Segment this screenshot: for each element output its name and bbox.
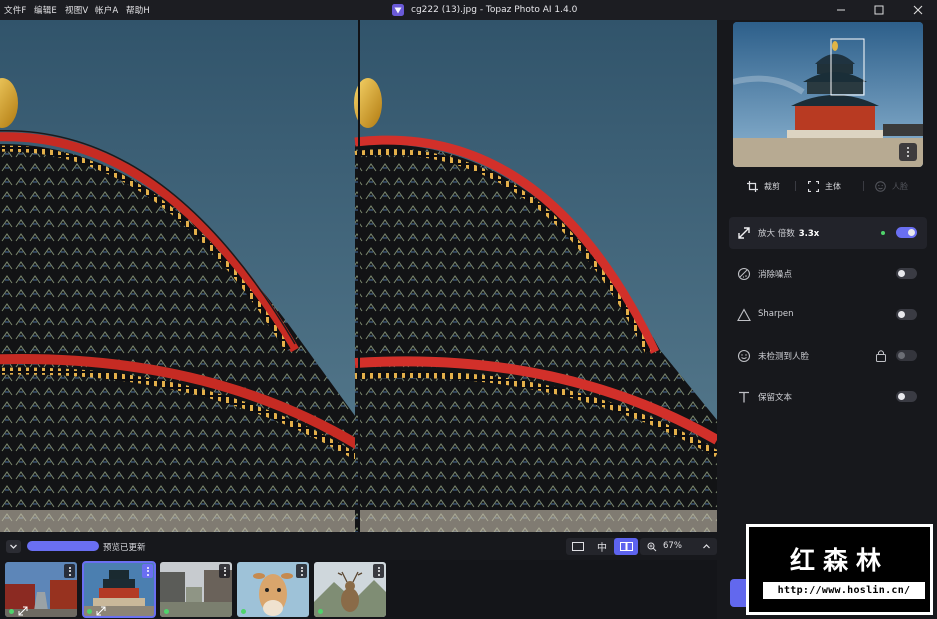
text-preserve-toggle[interactable]: [896, 391, 917, 402]
crop-tool-label: 裁剪: [764, 181, 780, 191]
preview-status-text: 预览已更新: [103, 543, 146, 553]
subject-tool[interactable]: 主体: [808, 179, 841, 193]
watermark: 红森林 http://www.hoslin.cn/: [746, 524, 933, 615]
filmstrip: [0, 560, 717, 619]
face-icon: [875, 180, 886, 192]
processed-status-dot: [87, 609, 92, 614]
text-preserve-label: 保留文本: [758, 393, 793, 403]
navigator-menu-button[interactable]: [899, 143, 917, 161]
single-view-icon: [572, 542, 584, 551]
sharpen-feature[interactable]: Sharpen: [729, 299, 927, 331]
subject-tool-label: 主体: [825, 181, 841, 191]
subject-select-icon: [808, 180, 819, 192]
chevron-down-icon: [10, 544, 17, 549]
sharpen-toggle[interactable]: [896, 309, 917, 320]
denoise-label: 消除噪点: [758, 270, 793, 280]
thumbnail-menu-button[interactable]: [296, 564, 307, 578]
preview-progress-bar: [27, 541, 99, 551]
topaz-logo-icon: [392, 4, 404, 16]
processed-status-dot: [9, 609, 14, 614]
crop-icon: [747, 180, 758, 192]
lock-icon: [876, 350, 886, 362]
title-bar: 文件F 编辑E 视图V 帐户A 帮助H cg222 (13).jpg - Top…: [0, 0, 937, 20]
zoom-value: 67%: [663, 541, 682, 551]
menu-help[interactable]: 帮助H: [126, 4, 150, 16]
thumbnail-menu-button[interactable]: [219, 564, 230, 578]
face-recovery-feature[interactable]: 未检测到人脸: [729, 340, 927, 372]
crop-tool[interactable]: 裁剪: [747, 179, 780, 193]
thumbnail-deer[interactable]: [314, 562, 386, 617]
face-tool-label: 人脸: [892, 181, 908, 191]
navigator-image: [733, 22, 923, 167]
menu-edit[interactable]: 编辑E: [34, 4, 57, 16]
denoise-feature[interactable]: 消除噪点: [729, 258, 927, 290]
denoise-icon: [737, 267, 751, 281]
sharpen-icon: [737, 308, 751, 322]
original-preview: [0, 20, 361, 532]
sharpen-label: Sharpen: [758, 309, 794, 319]
tool-divider: [795, 181, 796, 191]
upscale-feature[interactable]: 放大 倍数 3.3x: [729, 217, 927, 249]
side-by-side-label: 中: [597, 543, 607, 554]
upscale-icon: [738, 227, 750, 239]
upscale-factor: 3.3x: [798, 229, 820, 239]
single-view-button[interactable]: [566, 538, 590, 555]
thumbnail-courtyard[interactable]: [160, 562, 232, 617]
denoise-toggle[interactable]: [896, 268, 917, 279]
side-by-side-button[interactable]: 中: [590, 538, 614, 555]
menu-account[interactable]: 帐户A: [95, 4, 118, 16]
text-preserve-feature[interactable]: 保留文本: [729, 381, 927, 413]
view-mode-switcher: 中: [566, 538, 638, 555]
zoom-control[interactable]: 67%: [640, 538, 717, 555]
thumbnail-red-building[interactable]: [5, 562, 77, 617]
watermark-name: 红森林: [789, 546, 889, 575]
status-bar: 预览已更新 中 67%: [0, 532, 717, 560]
thumbnail-menu-button[interactable]: [373, 564, 384, 578]
window-title: cg222 (13).jpg - Topaz Photo AI 1.4.0: [392, 3, 577, 17]
thumbnail-menu-button[interactable]: [64, 564, 75, 578]
processed-preview: [354, 20, 717, 532]
minimize-icon[interactable]: [833, 2, 849, 18]
split-view-icon: [619, 542, 633, 551]
zoom-icon: [647, 542, 657, 552]
tools-row: 裁剪 主体 人脸: [729, 175, 927, 197]
split-view-button[interactable]: [614, 538, 638, 555]
expand-icon: [18, 606, 28, 616]
menu-view[interactable]: 视图V: [65, 4, 88, 16]
thumbnail-menu-button[interactable]: [142, 564, 153, 578]
window-title-text: cg222 (13).jpg - Topaz Photo AI 1.4.0: [411, 5, 578, 15]
processed-status-dot: [164, 609, 169, 614]
menu-file[interactable]: 文件F: [4, 4, 27, 16]
processed-status-dot: [241, 609, 246, 614]
upscale-toggle[interactable]: [896, 227, 917, 238]
collapse-filmstrip-button[interactable]: [6, 540, 21, 553]
maximize-icon[interactable]: [871, 2, 887, 18]
text-icon: [739, 391, 749, 403]
expand-icon: [96, 606, 106, 616]
watermark-url: http://www.hoslin.cn/: [763, 582, 925, 599]
face-tool[interactable]: 人脸: [875, 179, 908, 193]
tool-divider: [863, 181, 864, 191]
close-icon[interactable]: [910, 2, 926, 18]
thumbnail-giraffe[interactable]: [237, 562, 309, 617]
upscale-status-dot: [881, 231, 885, 235]
chevron-up-icon[interactable]: [702, 543, 711, 550]
face-recovery-label: 未检测到人脸: [758, 352, 810, 362]
face-recovery-icon: [737, 349, 751, 363]
upscale-label: 放大 倍数 3.3x: [758, 227, 819, 239]
upscale-label-text: 放大 倍数: [758, 229, 795, 239]
image-viewer[interactable]: [0, 20, 717, 532]
face-recovery-toggle[interactable]: [896, 350, 917, 361]
thumbnail-temple-of-heaven[interactable]: [82, 561, 156, 618]
navigator-preview[interactable]: [733, 22, 923, 167]
comparison-divider[interactable]: [358, 20, 360, 532]
processed-status-dot: [318, 609, 323, 614]
